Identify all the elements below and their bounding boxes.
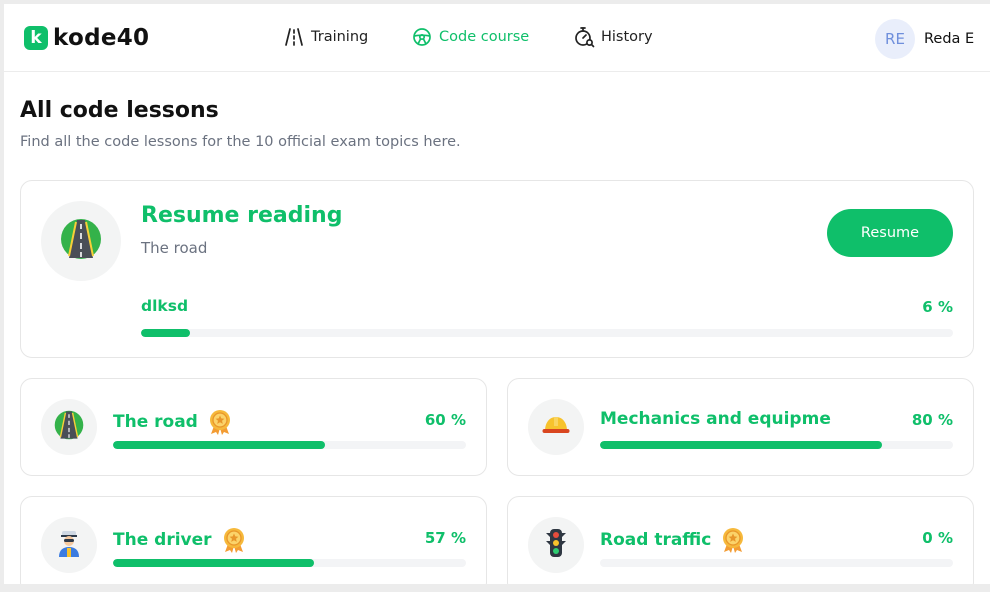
nav-training[interactable]: Training: [283, 26, 368, 48]
app-window: k kode40 Training Code course History RE…: [4, 4, 990, 584]
lesson-percent: 80 %: [911, 411, 953, 429]
lesson-progress-bar: [113, 559, 466, 567]
lesson-title: Road traffic: [600, 527, 745, 553]
lesson-title-text: Road traffic: [600, 530, 712, 550]
road-icon: [283, 26, 305, 48]
lesson-progress-bar: [113, 441, 466, 449]
hard-hat-icon: [541, 414, 571, 440]
nav-history-label: History: [601, 29, 653, 45]
nav-code-course[interactable]: Code course: [411, 26, 529, 48]
lesson-progress-fill: [600, 441, 883, 449]
nav-history[interactable]: History: [573, 26, 653, 48]
page-subtitle: Find all the code lessons for the 10 off…: [20, 134, 461, 150]
lesson-title-text: The road: [113, 412, 198, 432]
nav-training-label: Training: [311, 29, 369, 45]
medal-icon: [208, 409, 232, 435]
road-icon: [54, 410, 84, 444]
lesson-title: The road: [113, 409, 232, 435]
traffic-light-icon: [545, 528, 567, 562]
avatar: RE: [875, 19, 915, 59]
lesson-percent: 60 %: [424, 411, 466, 429]
lesson-icon-circle: [528, 399, 584, 455]
lesson-icon-circle: [41, 517, 97, 573]
lesson-percent: 0 %: [922, 529, 953, 547]
lesson-icon-circle: [41, 399, 97, 455]
resume-percent: 6 %: [922, 298, 953, 316]
medal-icon: [721, 527, 745, 553]
lesson-progress-bar: [600, 441, 953, 449]
steering-wheel-icon: [411, 26, 433, 48]
lesson-icon-circle: [528, 517, 584, 573]
user-menu[interactable]: RE Reda E: [875, 19, 974, 59]
lesson-card-road-traffic[interactable]: Road traffic 0 %: [507, 496, 974, 584]
medal-icon: [222, 527, 246, 553]
logo-mark: k: [24, 26, 48, 50]
resume-progress-fill: [141, 329, 190, 337]
lesson-title: The driver: [113, 527, 246, 553]
lesson-progress-fill: [113, 441, 325, 449]
stopwatch-icon: [573, 26, 595, 48]
resume-card: Resume reading The road Resume dlksd 6 %: [20, 180, 974, 358]
lesson-card-mechanics[interactable]: Mechanics and equipme 80 %: [507, 378, 974, 476]
lesson-progress-fill: [113, 559, 315, 567]
resume-lesson-label: dlksd: [141, 297, 189, 315]
logo[interactable]: k kode40: [24, 25, 149, 51]
page-title: All code lessons: [20, 98, 219, 123]
nav-code-course-label: Code course: [439, 29, 530, 45]
lesson-card-the-road[interactable]: The road 60 %: [20, 378, 487, 476]
resume-title: Resume reading: [141, 203, 343, 228]
road-icon: [60, 218, 102, 264]
resume-topic: The road: [141, 239, 208, 257]
resume-icon-circle: [41, 201, 121, 281]
resume-progress-bar: [141, 329, 953, 337]
lesson-title: Mechanics and equipme: [600, 409, 831, 429]
lesson-percent: 57 %: [424, 529, 466, 547]
lesson-title-text: Mechanics and equipme: [600, 409, 831, 429]
driver-icon: [55, 528, 83, 562]
logo-text: kode40: [53, 25, 150, 51]
resume-button[interactable]: Resume: [827, 209, 953, 257]
user-name: Reda E: [924, 31, 975, 47]
lesson-progress-bar: [600, 559, 953, 567]
lesson-title-text: The driver: [113, 530, 212, 550]
lesson-card-the-driver[interactable]: The driver 57 %: [20, 496, 487, 584]
top-nav-bar: k kode40 Training Code course History RE…: [4, 4, 990, 72]
